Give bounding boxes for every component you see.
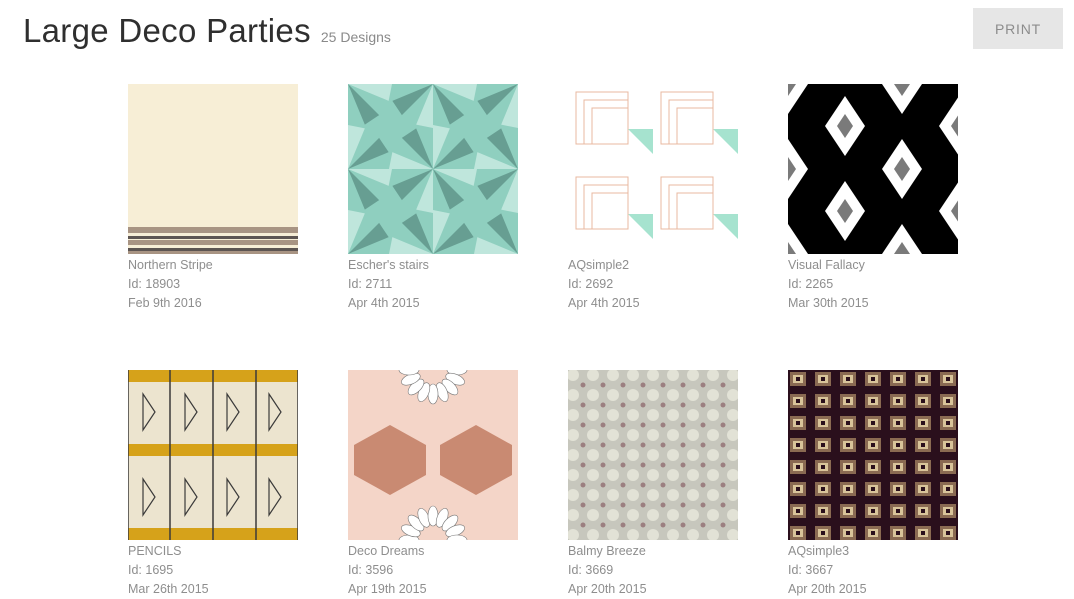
design-meta: PENCILS Id: 1695 Mar 26th 2015 <box>128 542 298 599</box>
design-id: Id: 1695 <box>128 563 174 577</box>
design-card[interactable]: Deco Dreams Id: 3596 Apr 19th 2015 <box>348 370 518 599</box>
design-meta: Visual Fallacy Id: 2265 Mar 30th 2015 <box>788 256 958 313</box>
pattern-swatch <box>128 84 298 254</box>
pattern-swatch <box>788 84 958 254</box>
design-date: Feb 9th 2016 <box>128 296 202 310</box>
design-count: 25 Designs <box>320 29 391 45</box>
design-card[interactable]: Northern Stripe Id: 18903 Feb 9th 2016 <box>128 84 298 313</box>
design-meta: Balmy Breeze Id: 3669 Apr 20th 2015 <box>568 542 738 599</box>
design-date: Apr 4th 2015 <box>568 296 640 310</box>
design-card[interactable]: AQsimple3 Id: 3667 Apr 20th 2015 <box>788 370 958 599</box>
design-thumbnail[interactable] <box>348 370 518 540</box>
pattern-swatch <box>788 370 958 540</box>
design-date: Apr 19th 2015 <box>348 582 427 596</box>
design-thumbnail[interactable] <box>788 370 958 540</box>
pattern-swatch <box>348 370 518 540</box>
design-id: Id: 2265 <box>788 277 834 291</box>
design-name[interactable]: Northern Stripe <box>128 256 298 275</box>
design-meta: AQsimple2 Id: 2692 Apr 4th 2015 <box>568 256 738 313</box>
design-grid: Northern Stripe Id: 18903 Feb 9th 2016 E… <box>128 84 958 599</box>
design-thumbnail[interactable] <box>568 370 738 540</box>
design-name[interactable]: Balmy Breeze <box>568 542 738 561</box>
design-id: Id: 3596 <box>348 563 394 577</box>
design-name[interactable]: PENCILS <box>128 542 298 561</box>
design-name[interactable]: Visual Fallacy <box>788 256 958 275</box>
design-date: Mar 26th 2015 <box>128 582 209 596</box>
pattern-swatch <box>348 84 518 254</box>
design-id: Id: 2692 <box>568 277 614 291</box>
design-meta: AQsimple3 Id: 3667 Apr 20th 2015 <box>788 542 958 599</box>
design-id: Id: 3669 <box>568 563 614 577</box>
design-date: Apr 20th 2015 <box>568 582 647 596</box>
design-card[interactable]: Escher's stairs Id: 2711 Apr 4th 2015 <box>348 84 518 313</box>
design-thumbnail[interactable] <box>128 84 298 254</box>
design-date: Mar 30th 2015 <box>788 296 869 310</box>
design-card[interactable]: AQsimple2 Id: 2692 Apr 4th 2015 <box>568 84 738 313</box>
design-id: Id: 18903 <box>128 277 181 291</box>
print-button[interactable]: PRINT <box>973 8 1063 49</box>
pattern-swatch <box>568 370 738 540</box>
pattern-swatch <box>128 370 298 540</box>
design-thumbnail[interactable] <box>128 370 298 540</box>
pattern-swatch <box>568 84 738 254</box>
design-meta: Northern Stripe Id: 18903 Feb 9th 2016 <box>128 256 298 313</box>
design-date: Apr 4th 2015 <box>348 296 420 310</box>
design-name[interactable]: Escher's stairs <box>348 256 518 275</box>
design-card[interactable]: Balmy Breeze Id: 3669 Apr 20th 2015 <box>568 370 738 599</box>
design-name[interactable]: AQsimple3 <box>788 542 958 561</box>
design-id: Id: 2711 <box>348 277 393 291</box>
design-card[interactable]: Visual Fallacy Id: 2265 Mar 30th 2015 <box>788 84 958 313</box>
design-name[interactable]: AQsimple2 <box>568 256 738 275</box>
design-id: Id: 3667 <box>788 563 834 577</box>
page-title: Large Deco Parties <box>23 12 311 49</box>
design-date: Apr 20th 2015 <box>788 582 867 596</box>
design-meta: Deco Dreams Id: 3596 Apr 19th 2015 <box>348 542 518 599</box>
design-card[interactable]: PENCILS Id: 1695 Mar 26th 2015 <box>128 370 298 599</box>
design-thumbnail[interactable] <box>568 84 738 254</box>
page-header: Large Deco Parties 25 Designs <box>23 12 391 50</box>
design-name[interactable]: Deco Dreams <box>348 542 518 561</box>
design-meta: Escher's stairs Id: 2711 Apr 4th 2015 <box>348 256 518 313</box>
design-thumbnail[interactable] <box>788 84 958 254</box>
design-thumbnail[interactable] <box>348 84 518 254</box>
